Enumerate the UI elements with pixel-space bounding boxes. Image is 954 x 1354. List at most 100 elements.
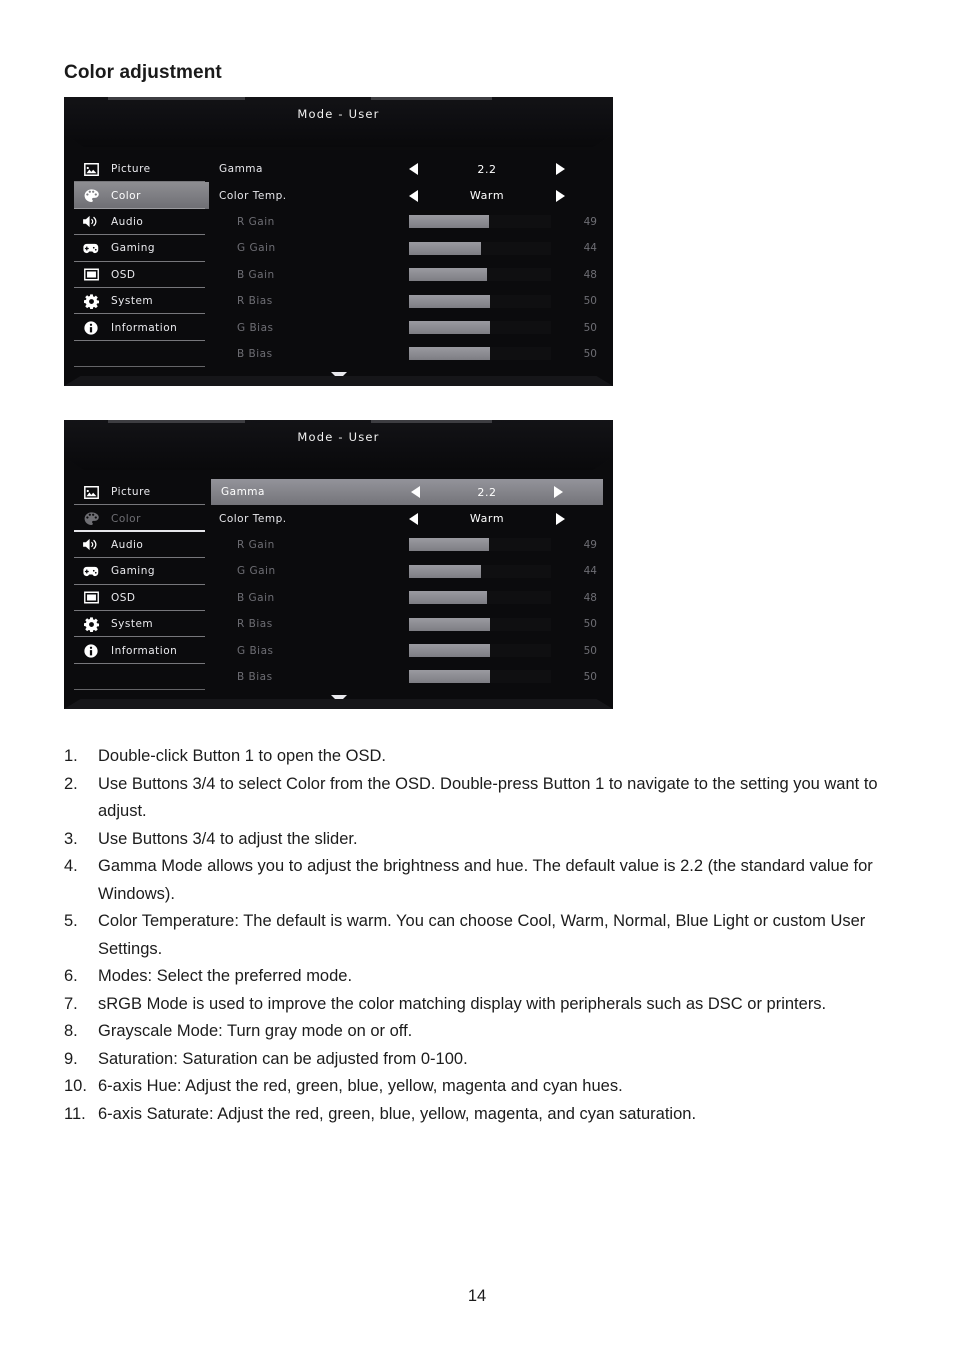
list-item-number: 2.: [64, 774, 78, 793]
list-item: 6. Modes: Select the preferred mode.: [64, 963, 894, 991]
sidebar-item-audio[interactable]: Audio: [74, 209, 209, 236]
chevron-left-icon[interactable]: [411, 486, 420, 499]
palette-icon: [80, 510, 102, 528]
r-gain-slider[interactable]: [409, 215, 551, 229]
sidebar-item-information[interactable]: Information: [74, 314, 209, 341]
sidebar-trailing-divider: [74, 341, 209, 368]
list-item-text: Saturation: Saturation can be adjusted f…: [98, 1049, 468, 1068]
sidebar-item-information[interactable]: Information: [74, 637, 209, 664]
setting-label: R Bias: [237, 618, 273, 631]
b-bias-slider[interactable]: [409, 670, 551, 684]
chevron-right-icon[interactable]: [554, 486, 563, 499]
r-bias-slider[interactable]: [409, 294, 551, 308]
sidebar-item-picture[interactable]: Picture: [74, 156, 209, 183]
setting-row-b-bias[interactable]: B Bias 50: [209, 341, 605, 367]
osd-body: Picture Color Audio Gaming OSD System In…: [64, 147, 613, 386]
setting-value: 50: [583, 321, 597, 334]
setting-row-gamma[interactable]: Gamma 2.2: [209, 156, 605, 182]
setting-value: 2.2: [477, 162, 497, 176]
setting-row-r-gain[interactable]: R Gain 49: [209, 532, 605, 558]
setting-value: 50: [583, 618, 597, 631]
chevron-left-icon[interactable]: [409, 512, 418, 525]
setting-label: Gamma: [219, 163, 263, 176]
setting-row-color-temp[interactable]: Color Temp. Warm: [209, 182, 605, 208]
setting-row-b-bias[interactable]: B Bias 50: [209, 664, 605, 690]
setting-row-color-temp[interactable]: Color Temp. Warm: [209, 505, 605, 531]
setting-row-b-gain[interactable]: B Gain 48: [209, 262, 605, 288]
list-item-text: Grayscale Mode: Turn gray mode on or off…: [98, 1022, 413, 1040]
sidebar-item-gaming[interactable]: Gaming: [74, 235, 209, 262]
setting-value: Warm: [469, 512, 505, 526]
list-item: 10. 6-axis Hue: Adjust the red, green, b…: [64, 1073, 894, 1101]
setting-row-g-gain[interactable]: G Gain 44: [209, 558, 605, 584]
sidebar-label: Picture: [111, 486, 151, 499]
chevron-left-icon[interactable]: [409, 189, 418, 202]
setting-label: G Bias: [237, 644, 274, 657]
osd-header: Mode - User: [64, 97, 613, 147]
list-item-number: 8.: [64, 1022, 78, 1040]
sidebar-label: System: [111, 295, 154, 308]
list-item-text: Use Buttons 3/4 to adjust the slider.: [98, 829, 358, 848]
speaker-icon: [80, 536, 102, 554]
b-bias-slider-wrap: 50: [409, 670, 605, 684]
sidebar-item-gaming[interactable]: Gaming: [74, 558, 209, 585]
osd-footer-bevel: [64, 376, 613, 386]
sidebar-label: Gaming: [111, 242, 156, 255]
sidebar-item-audio[interactable]: Audio: [74, 532, 209, 559]
sidebar-label: Audio: [111, 538, 144, 551]
chevron-right-icon[interactable]: [556, 512, 565, 525]
setting-label: Gamma: [221, 486, 265, 499]
setting-row-b-gain[interactable]: B Gain 48: [209, 585, 605, 611]
setting-row-r-bias[interactable]: R Bias 50: [209, 288, 605, 314]
list-item-text: sRGB Mode is used to improve the color m…: [98, 994, 827, 1013]
setting-row-g-bias[interactable]: G Bias 50: [209, 314, 605, 340]
setting-row-g-bias[interactable]: G Bias 50: [209, 637, 605, 663]
osd-panel-gamma-highlighted: Mode - User Picture Color Audio Gaming O…: [64, 420, 613, 709]
chevron-right-icon[interactable]: [556, 163, 565, 176]
setting-row-g-gain[interactable]: G Gain 44: [209, 235, 605, 261]
b-gain-slider[interactable]: [409, 268, 551, 282]
sidebar-label: Audio: [111, 215, 144, 228]
setting-row-r-gain[interactable]: R Gain 49: [209, 209, 605, 235]
osd-sidebar-2: Picture Color Audio Gaming OSD System In…: [64, 479, 209, 709]
setting-label: B Gain: [237, 268, 275, 281]
g-bias-slider[interactable]: [409, 321, 551, 335]
list-item-number: 11.: [64, 1104, 86, 1123]
r-gain-slider-wrap: 49: [409, 215, 605, 229]
b-bias-slider[interactable]: [409, 347, 551, 361]
osd-body: Picture Color Audio Gaming OSD System In…: [64, 470, 613, 709]
chevron-right-icon[interactable]: [556, 189, 565, 202]
sidebar-item-color[interactable]: Color: [74, 505, 209, 532]
sidebar-trailing-divider: [74, 664, 209, 691]
g-bias-slider-wrap: 50: [409, 321, 605, 335]
header-sheen-right: [371, 97, 493, 100]
r-gain-slider[interactable]: [409, 538, 551, 552]
page-title: Color adjustment: [64, 62, 222, 83]
g-gain-slider[interactable]: [409, 564, 551, 578]
setting-label: B Bias: [237, 670, 273, 683]
g-gain-slider[interactable]: [409, 241, 551, 255]
sidebar-label: Gaming: [111, 565, 156, 578]
g-bias-slider-wrap: 50: [409, 644, 605, 658]
g-bias-slider[interactable]: [409, 644, 551, 658]
sidebar-item-system[interactable]: System: [74, 288, 209, 315]
chevron-left-icon[interactable]: [409, 163, 418, 176]
osd-header: Mode - User: [64, 420, 613, 470]
r-bias-slider[interactable]: [409, 617, 551, 631]
gamepad-icon: [80, 239, 102, 257]
header-sheen-right: [371, 420, 493, 423]
list-item-number: 1.: [64, 747, 78, 765]
gear-icon: [80, 292, 102, 310]
sidebar-item-color[interactable]: Color: [74, 182, 209, 209]
b-gain-slider[interactable]: [409, 591, 551, 605]
sidebar-item-osd[interactable]: OSD: [74, 262, 209, 288]
sidebar-divider: [74, 366, 205, 368]
setting-row-gamma[interactable]: Gamma 2.2: [211, 479, 603, 506]
sidebar-item-system[interactable]: System: [74, 611, 209, 638]
sidebar-item-picture[interactable]: Picture: [74, 479, 209, 506]
sidebar-item-osd[interactable]: OSD: [74, 585, 209, 611]
list-item: 7. sRGB Mode is used to improve the colo…: [64, 991, 894, 1019]
gamepad-icon: [80, 562, 102, 580]
osd-header-background: [64, 97, 613, 147]
setting-row-r-bias[interactable]: R Bias 50: [209, 611, 605, 637]
